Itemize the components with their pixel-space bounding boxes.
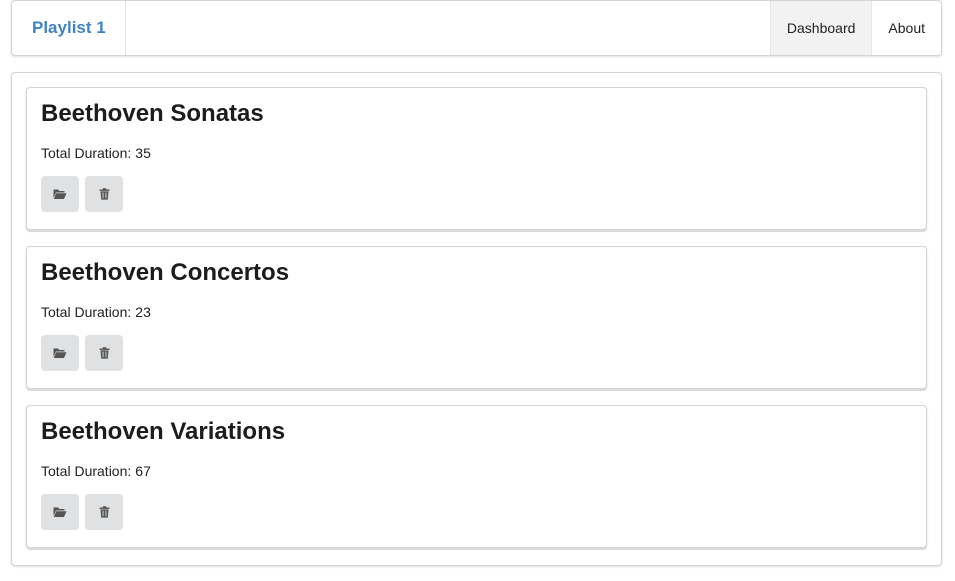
- open-playlist-button[interactable]: [41, 335, 79, 371]
- page: Playlist 1 Dashboard About Beethoven Son…: [0, 0, 955, 581]
- delete-playlist-button[interactable]: [85, 494, 123, 530]
- playlist-duration: Total Duration: 35: [41, 145, 151, 161]
- duration-value: 35: [135, 145, 151, 161]
- playlist-list: Beethoven Sonatas Total Duration: 35 Bee…: [11, 72, 942, 566]
- trash-icon: [99, 188, 109, 200]
- playlist-title: Beethoven Variations: [41, 418, 286, 445]
- nav-item-dashboard[interactable]: Dashboard: [769, 1, 872, 55]
- playlist-card: Beethoven Sonatas Total Duration: 35: [26, 87, 927, 230]
- playlist-card: Beethoven Variations Total Duration: 67: [26, 405, 927, 548]
- delete-playlist-button[interactable]: [85, 335, 123, 371]
- menu-spacer: [126, 1, 770, 55]
- delete-playlist-button[interactable]: [85, 176, 123, 212]
- open-playlist-button[interactable]: [41, 494, 79, 530]
- brand-link[interactable]: Playlist 1: [12, 1, 126, 55]
- playlist-title: Beethoven Sonatas: [41, 100, 264, 127]
- playlist-title: Beethoven Concertos: [41, 259, 290, 286]
- trash-icon: [99, 506, 109, 518]
- playlist-duration: Total Duration: 67: [41, 463, 151, 479]
- folder-open-icon: [53, 507, 67, 517]
- nav-item-about[interactable]: About: [871, 1, 941, 55]
- playlist-card: Beethoven Concertos Total Duration: 23: [26, 246, 927, 389]
- duration-label: Total Duration:: [41, 304, 132, 320]
- duration-value: 23: [135, 304, 151, 320]
- trash-icon: [99, 347, 109, 359]
- folder-open-icon: [53, 189, 67, 199]
- duration-value: 67: [135, 463, 151, 479]
- duration-label: Total Duration:: [41, 145, 132, 161]
- playlist-duration: Total Duration: 23: [41, 304, 151, 320]
- top-menu: Playlist 1 Dashboard About: [11, 0, 942, 56]
- folder-open-icon: [53, 348, 67, 358]
- open-playlist-button[interactable]: [41, 176, 79, 212]
- duration-label: Total Duration:: [41, 463, 132, 479]
